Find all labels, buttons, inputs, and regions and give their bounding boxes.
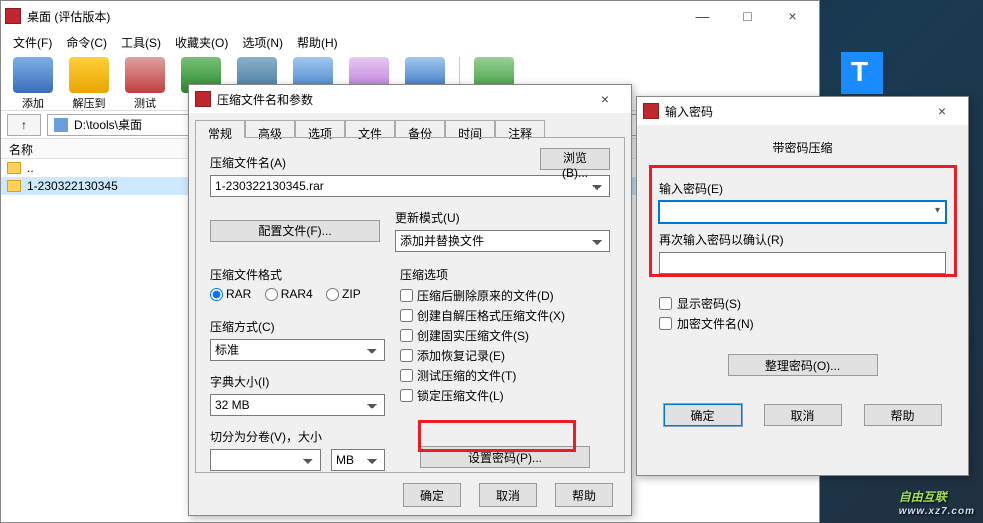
split-size-select[interactable] xyxy=(210,449,321,471)
close-button[interactable]: × xyxy=(770,2,815,30)
opt-test[interactable]: 测试压缩的文件(T) xyxy=(400,367,610,384)
tab-advanced[interactable]: 高级 xyxy=(245,120,295,138)
tab-strip: 常规 高级 选项 文件 备份 时间 注释 xyxy=(189,113,631,137)
format-rar4[interactable]: RAR4 xyxy=(265,287,313,301)
toolbar-add[interactable]: 添加 xyxy=(7,57,59,111)
tab-general[interactable]: 常规 xyxy=(195,120,245,138)
cancel-button[interactable]: 取消 xyxy=(764,404,842,426)
dialog-titlebar[interactable]: 压缩文件名和参数 × xyxy=(189,85,631,113)
menu-help[interactable]: 帮助(H) xyxy=(291,32,344,53)
opt-sfx[interactable]: 创建自解压格式压缩文件(X) xyxy=(400,307,610,324)
dialog-titlebar[interactable]: 输入密码 × xyxy=(637,97,968,125)
dialog-button-row: 确定 取消 帮助 xyxy=(637,390,968,436)
format-zip[interactable]: ZIP xyxy=(326,287,361,301)
extract-icon xyxy=(69,57,109,93)
update-mode-label: 更新模式(U) xyxy=(395,209,610,226)
show-password-check[interactable]: 显示密码(S) xyxy=(659,295,946,312)
close-button[interactable]: × xyxy=(922,103,962,119)
menu-tools[interactable]: 工具(S) xyxy=(115,32,167,53)
minimize-button[interactable]: — xyxy=(680,2,725,30)
path-text: D:\tools\桌面 xyxy=(74,116,142,133)
test-icon xyxy=(125,57,165,93)
update-mode-select[interactable]: 添加并替换文件 xyxy=(395,230,610,252)
opt-delete-after[interactable]: 压缩后删除原来的文件(D) xyxy=(400,287,610,304)
password-label: 输入密码(E) xyxy=(659,180,946,197)
organize-passwords-button[interactable]: 整理密码(O)... xyxy=(728,354,878,376)
maximize-button[interactable]: □ xyxy=(725,2,770,30)
titlebar[interactable]: 桌面 (评估版本) — □ × xyxy=(1,1,819,31)
toolbar-test[interactable]: 测试 xyxy=(119,57,171,111)
add-icon xyxy=(13,57,53,93)
method-label: 压缩方式(C) xyxy=(210,318,385,335)
menu-bar: 文件(F) 命令(C) 工具(S) 收藏夹(O) 选项(N) 帮助(H) xyxy=(1,31,819,53)
profiles-button[interactable]: 配置文件(F)... xyxy=(210,220,380,242)
up-button[interactable]: ↑ xyxy=(7,114,41,136)
watermark: 自由互联 www.xz7.com xyxy=(899,488,975,517)
browse-button[interactable]: 浏览(B)... xyxy=(540,148,610,170)
dialog-title: 输入密码 xyxy=(665,103,922,120)
menu-commands[interactable]: 命令(C) xyxy=(60,32,113,53)
help-button[interactable]: 帮助 xyxy=(864,404,942,426)
radio-zip[interactable] xyxy=(326,288,339,301)
archive-name-input[interactable]: 1-230322130345.rar xyxy=(210,175,610,197)
dialog-title: 压缩文件名和参数 xyxy=(217,91,585,108)
help-button[interactable]: 帮助 xyxy=(555,483,613,507)
opt-lock[interactable]: 锁定压缩文件(L) xyxy=(400,387,610,404)
dict-select[interactable]: 32 MB xyxy=(210,394,385,416)
winrar-icon xyxy=(195,91,211,107)
toolbar-extract[interactable]: 解压到 xyxy=(63,57,115,111)
password-header: 带密码压缩 xyxy=(655,139,950,156)
drive-icon xyxy=(54,118,68,132)
format-rar[interactable]: RAR xyxy=(210,287,251,301)
method-select[interactable]: 标准 xyxy=(210,339,385,361)
tab-files[interactable]: 文件 xyxy=(345,120,395,138)
tab-options[interactable]: 选项 xyxy=(295,120,345,138)
radio-rar4[interactable] xyxy=(265,288,278,301)
menu-options[interactable]: 选项(N) xyxy=(236,32,289,53)
dict-label: 字典大小(I) xyxy=(210,373,385,390)
winrar-icon xyxy=(643,103,659,119)
tab-backup[interactable]: 备份 xyxy=(395,120,445,138)
encrypt-names-check[interactable]: 加密文件名(N) xyxy=(659,315,946,332)
cancel-button[interactable]: 取消 xyxy=(479,483,537,507)
desktop-shortcut-icon[interactable] xyxy=(841,52,883,94)
archive-params-dialog: 压缩文件名和参数 × 常规 高级 选项 文件 备份 时间 注释 浏览(B)...… xyxy=(188,84,632,516)
winrar-icon xyxy=(5,8,21,24)
folder-up-icon xyxy=(7,162,21,174)
split-unit-select[interactable]: MB xyxy=(331,449,385,471)
dialog-button-row: 确定 取消 帮助 xyxy=(385,473,631,517)
menu-file[interactable]: 文件(F) xyxy=(7,32,58,53)
tab-comment[interactable]: 注释 xyxy=(495,120,545,138)
tab-time[interactable]: 时间 xyxy=(445,120,495,138)
confirm-password-label: 再次输入密码以确认(R) xyxy=(659,231,946,248)
format-label: 压缩文件格式 xyxy=(210,266,385,283)
confirm-password-input[interactable] xyxy=(659,252,946,274)
dropdown-icon[interactable]: ▾ xyxy=(935,205,940,216)
options-label: 压缩选项 xyxy=(400,266,610,283)
opt-recovery[interactable]: 添加恢复记录(E) xyxy=(400,347,610,364)
window-title: 桌面 (评估版本) xyxy=(27,8,680,25)
close-button[interactable]: × xyxy=(585,91,625,107)
opt-solid[interactable]: 创建固实压缩文件(S) xyxy=(400,327,610,344)
split-label: 切分为分卷(V)，大小 xyxy=(210,428,385,445)
tab-page-general: 浏览(B)... 压缩文件名(A) 1-230322130345.rar 配置文… xyxy=(195,137,625,473)
radio-rar[interactable] xyxy=(210,288,223,301)
menu-favorites[interactable]: 收藏夹(O) xyxy=(169,32,234,53)
password-input[interactable] xyxy=(659,201,946,223)
ok-button[interactable]: 确定 xyxy=(664,404,742,426)
set-password-button[interactable]: 设置密码(P)... xyxy=(420,446,590,468)
password-dialog: 输入密码 × 带密码压缩 输入密码(E) ▾ 再次输入密码以确认(R) 显示密码… xyxy=(636,96,969,476)
ok-button[interactable]: 确定 xyxy=(403,483,461,507)
folder-icon xyxy=(7,180,21,192)
